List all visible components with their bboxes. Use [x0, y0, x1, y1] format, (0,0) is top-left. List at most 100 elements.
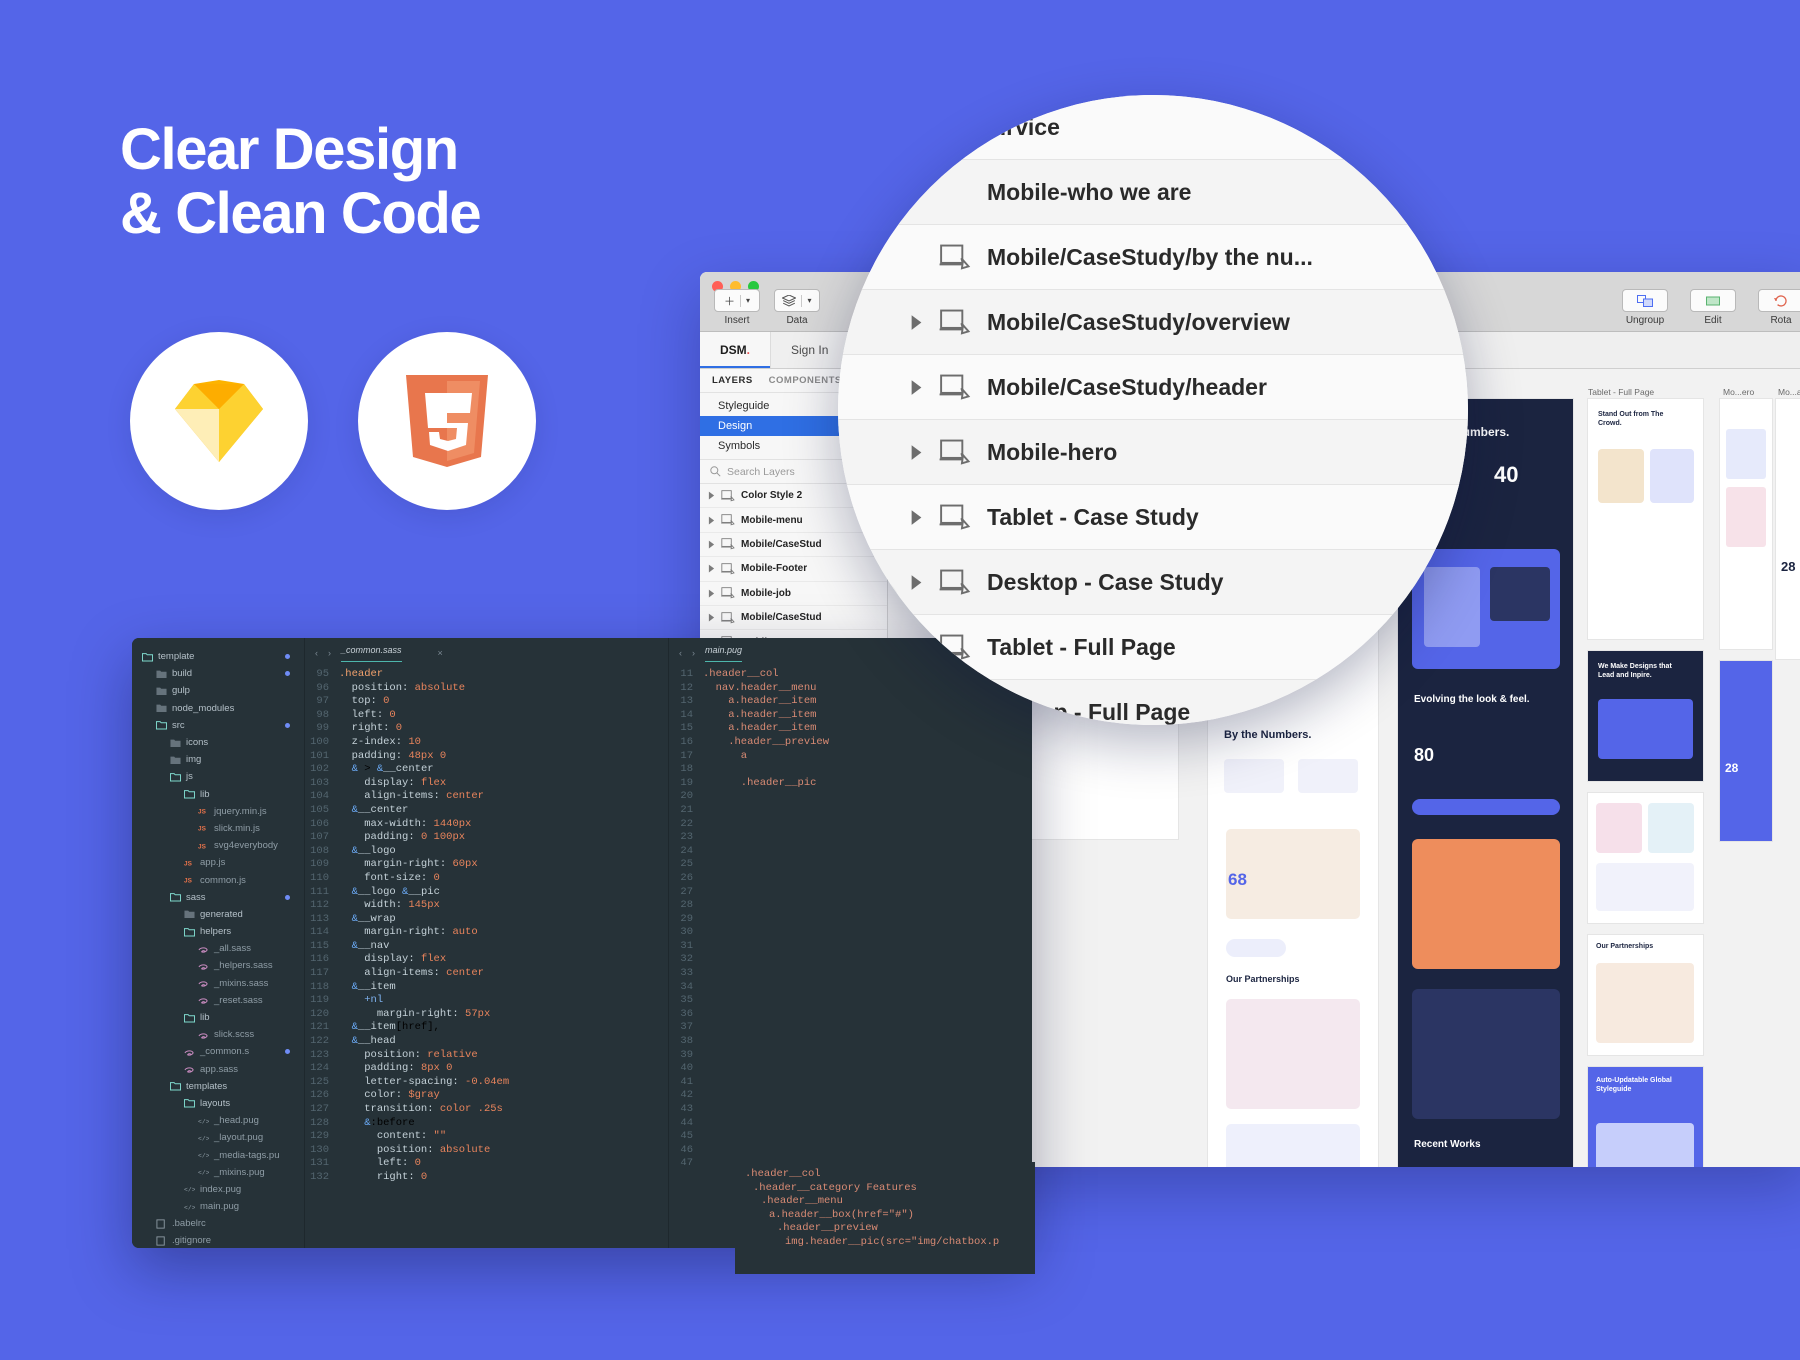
file-tree-item[interactable]: build [132, 665, 304, 682]
magnified-layer-row[interactable]: Mobile/CaseStudy/header [838, 355, 1468, 420]
file-tree-label: node_modules [172, 702, 235, 714]
disclosure-triangle-icon[interactable] [910, 574, 923, 591]
disclosure-triangle-icon[interactable] [708, 564, 715, 573]
file-tree-item[interactable]: icons [132, 734, 304, 751]
file-tree-item[interactable]: lib [132, 786, 304, 803]
magnified-layer-row[interactable]: Tablet - Full Page [838, 615, 1468, 680]
rotate-button[interactable] [1758, 289, 1800, 312]
file-tree-item[interactable]: src [132, 717, 304, 734]
nav-back-icon[interactable]: ‹ [315, 648, 318, 658]
right-toolbar-group[interactable]: Ungroup Edit Rota [1622, 289, 1800, 326]
data-toolbar-group[interactable]: ▾ Data [774, 289, 820, 326]
disclosure-triangle-icon[interactable] [910, 444, 923, 461]
file-tree-item[interactable]: .gitignore [132, 1232, 304, 1248]
disclosure-triangle-icon[interactable] [910, 379, 923, 396]
artboard-tablet-dark[interactable]: We Make Designs that Lead and Inpire.28 [1588, 651, 1703, 781]
disclosure-triangle-icon[interactable] [708, 516, 715, 525]
code-line: 108 &__logo [305, 845, 668, 859]
magnified-layer-list[interactable]: ...rvice Mobile-who we are Mobile/CaseStud… [838, 95, 1468, 725]
disclosure-triangle-icon[interactable] [708, 613, 715, 622]
artboard-partnerships[interactable]: Our Partnerships [1588, 935, 1703, 1055]
file-tree-item[interactable]: </> _mixins.pug [132, 1164, 304, 1181]
magnified-layer-row[interactable]: Desktop - Case Study [838, 550, 1468, 615]
close-tab-icon[interactable]: × [438, 648, 443, 658]
editor-tabbar-left[interactable]: ‹ › _common.sass × [305, 638, 668, 668]
edit-toolbar-group[interactable]: Edit [1690, 289, 1736, 326]
file-tree-item[interactable]: lib [132, 1009, 304, 1026]
file-tree-item[interactable]: img [132, 751, 304, 768]
file-tree-item[interactable]: </> _media-tags.pu [132, 1146, 304, 1163]
file-tree-item[interactable]: </> index.pug [132, 1181, 304, 1198]
code-text: padding: 0 100px [364, 831, 466, 844]
file-tree-item[interactable]: _mixins.sass [132, 975, 304, 992]
file-tree-item[interactable]: gulp [132, 682, 304, 699]
file-tree-item[interactable]: generated [132, 906, 304, 923]
nav-forward-icon[interactable]: › [692, 648, 695, 658]
file-tree-item[interactable]: JS jquery.min.js [132, 803, 304, 820]
file-tree-item[interactable]: helpers [132, 923, 304, 940]
file-tree-item[interactable]: _helpers.sass [132, 957, 304, 974]
file-tree-item[interactable]: </> main.pug [132, 1198, 304, 1215]
rotate-toolbar-group[interactable]: Rota [1758, 289, 1800, 326]
file-tree-item[interactable]: </> _head.pug [132, 1112, 304, 1129]
file-tree-item[interactable]: templates [132, 1078, 304, 1095]
disclosure-triangle-icon[interactable] [708, 589, 715, 598]
file-tree-item[interactable]: .babelrc [132, 1215, 304, 1232]
artboard-tablet-full-page[interactable]: Stand Out from The Crowd. [1588, 399, 1703, 639]
ungroup-button[interactable] [1622, 289, 1668, 312]
disclosure-triangle-icon[interactable] [910, 314, 923, 331]
tab-layers[interactable]: LAYERS [712, 375, 753, 386]
file-explorer[interactable]: template build gulp node_modulessrc icons img… [132, 638, 304, 1248]
tab-common-sass[interactable]: _common.sass [341, 645, 402, 662]
magnified-layer-row[interactable]: Mobile/CaseStudy/by the nu... [838, 225, 1468, 290]
code-content-pug[interactable]: 11 .header__col 12 nav.header__menu 13 a.he… [669, 668, 1032, 1171]
file-tree-item[interactable]: _reset.sass [132, 992, 304, 1009]
artboard-tablet-cards[interactable] [1588, 793, 1703, 923]
magnified-layer-row[interactable]: ...sktop - Full Page [838, 680, 1468, 725]
file-tree-item[interactable]: node_modules [132, 700, 304, 717]
magnified-layer-row[interactable]: Tablet - Case Study [838, 485, 1468, 550]
file-tree-item[interactable]: template [132, 648, 304, 665]
artboard-styleguide[interactable]: Auto-Updatable Global Styleguide [1588, 1067, 1703, 1167]
disclosure-triangle-icon[interactable] [708, 540, 715, 549]
disclosure-triangle-icon[interactable] [910, 509, 923, 526]
file-tree-item[interactable]: JS slick.min.js [132, 820, 304, 837]
magnified-layer-row[interactable]: Mobile-hero [838, 420, 1468, 485]
file-tree-item[interactable]: JS common.js [132, 871, 304, 888]
edit-button[interactable] [1690, 289, 1736, 312]
file-tree-item[interactable]: _common.s [132, 1043, 304, 1060]
magnified-layer-row[interactable]: Mobile/CaseStudy/overview [838, 290, 1468, 355]
file-tree-item[interactable]: JS svg4everybody [132, 837, 304, 854]
disclosure-triangle-icon[interactable] [708, 491, 715, 500]
file-tree-item[interactable]: slick.scss [132, 1026, 304, 1043]
file-tree-item[interactable]: </> _layout.pug [132, 1129, 304, 1146]
add-layer-button[interactable]: + [838, 575, 900, 637]
insert-toolbar-group[interactable]: ＋ ▾ Insert [714, 289, 760, 326]
tab-main-pug[interactable]: main.pug [705, 645, 743, 662]
file-tree-item[interactable]: JS app.js [132, 854, 304, 871]
nav-back-icon[interactable]: ‹ [679, 648, 682, 658]
tab-components[interactable]: COMPONENTS [769, 375, 842, 386]
file-tree-item[interactable]: app.sass [132, 1061, 304, 1078]
magnified-layer-row[interactable]: ...rvice [838, 95, 1468, 160]
editor-pane-sass[interactable]: ‹ › _common.sass × 95 .header 96 position:… [304, 638, 668, 1248]
file-tree-item[interactable]: sass [132, 889, 304, 906]
artboard-mobile-small-1[interactable] [1720, 399, 1772, 649]
artboard-shape [1648, 803, 1694, 853]
editor-pane-pug[interactable]: ‹ › main.pug 11 .header__col 12 nav.header… [668, 638, 1032, 1248]
file-tree-item[interactable]: layouts [132, 1095, 304, 1112]
nav-forward-icon[interactable]: › [328, 648, 331, 658]
data-button[interactable]: ▾ [774, 289, 820, 312]
code-text: width: 145px [364, 899, 440, 912]
artboard-mobile-small-3[interactable]: 28 [1776, 399, 1800, 659]
file-tree-item[interactable]: js [132, 768, 304, 785]
ungroup-toolbar-group[interactable]: Ungroup [1622, 289, 1668, 326]
code-content-sass[interactable]: 95 .header 96 position: absolute 97 top: 09… [305, 668, 668, 1185]
insert-button[interactable]: ＋ ▾ [714, 289, 760, 312]
magnified-layer-row[interactable]: Mobile-who we are [838, 160, 1468, 225]
tab-dsm[interactable]: DSM. [700, 332, 772, 368]
artboard-mobile-small-2[interactable]: 28 [1720, 661, 1772, 841]
file-tree-item[interactable]: _all.sass [132, 940, 304, 957]
